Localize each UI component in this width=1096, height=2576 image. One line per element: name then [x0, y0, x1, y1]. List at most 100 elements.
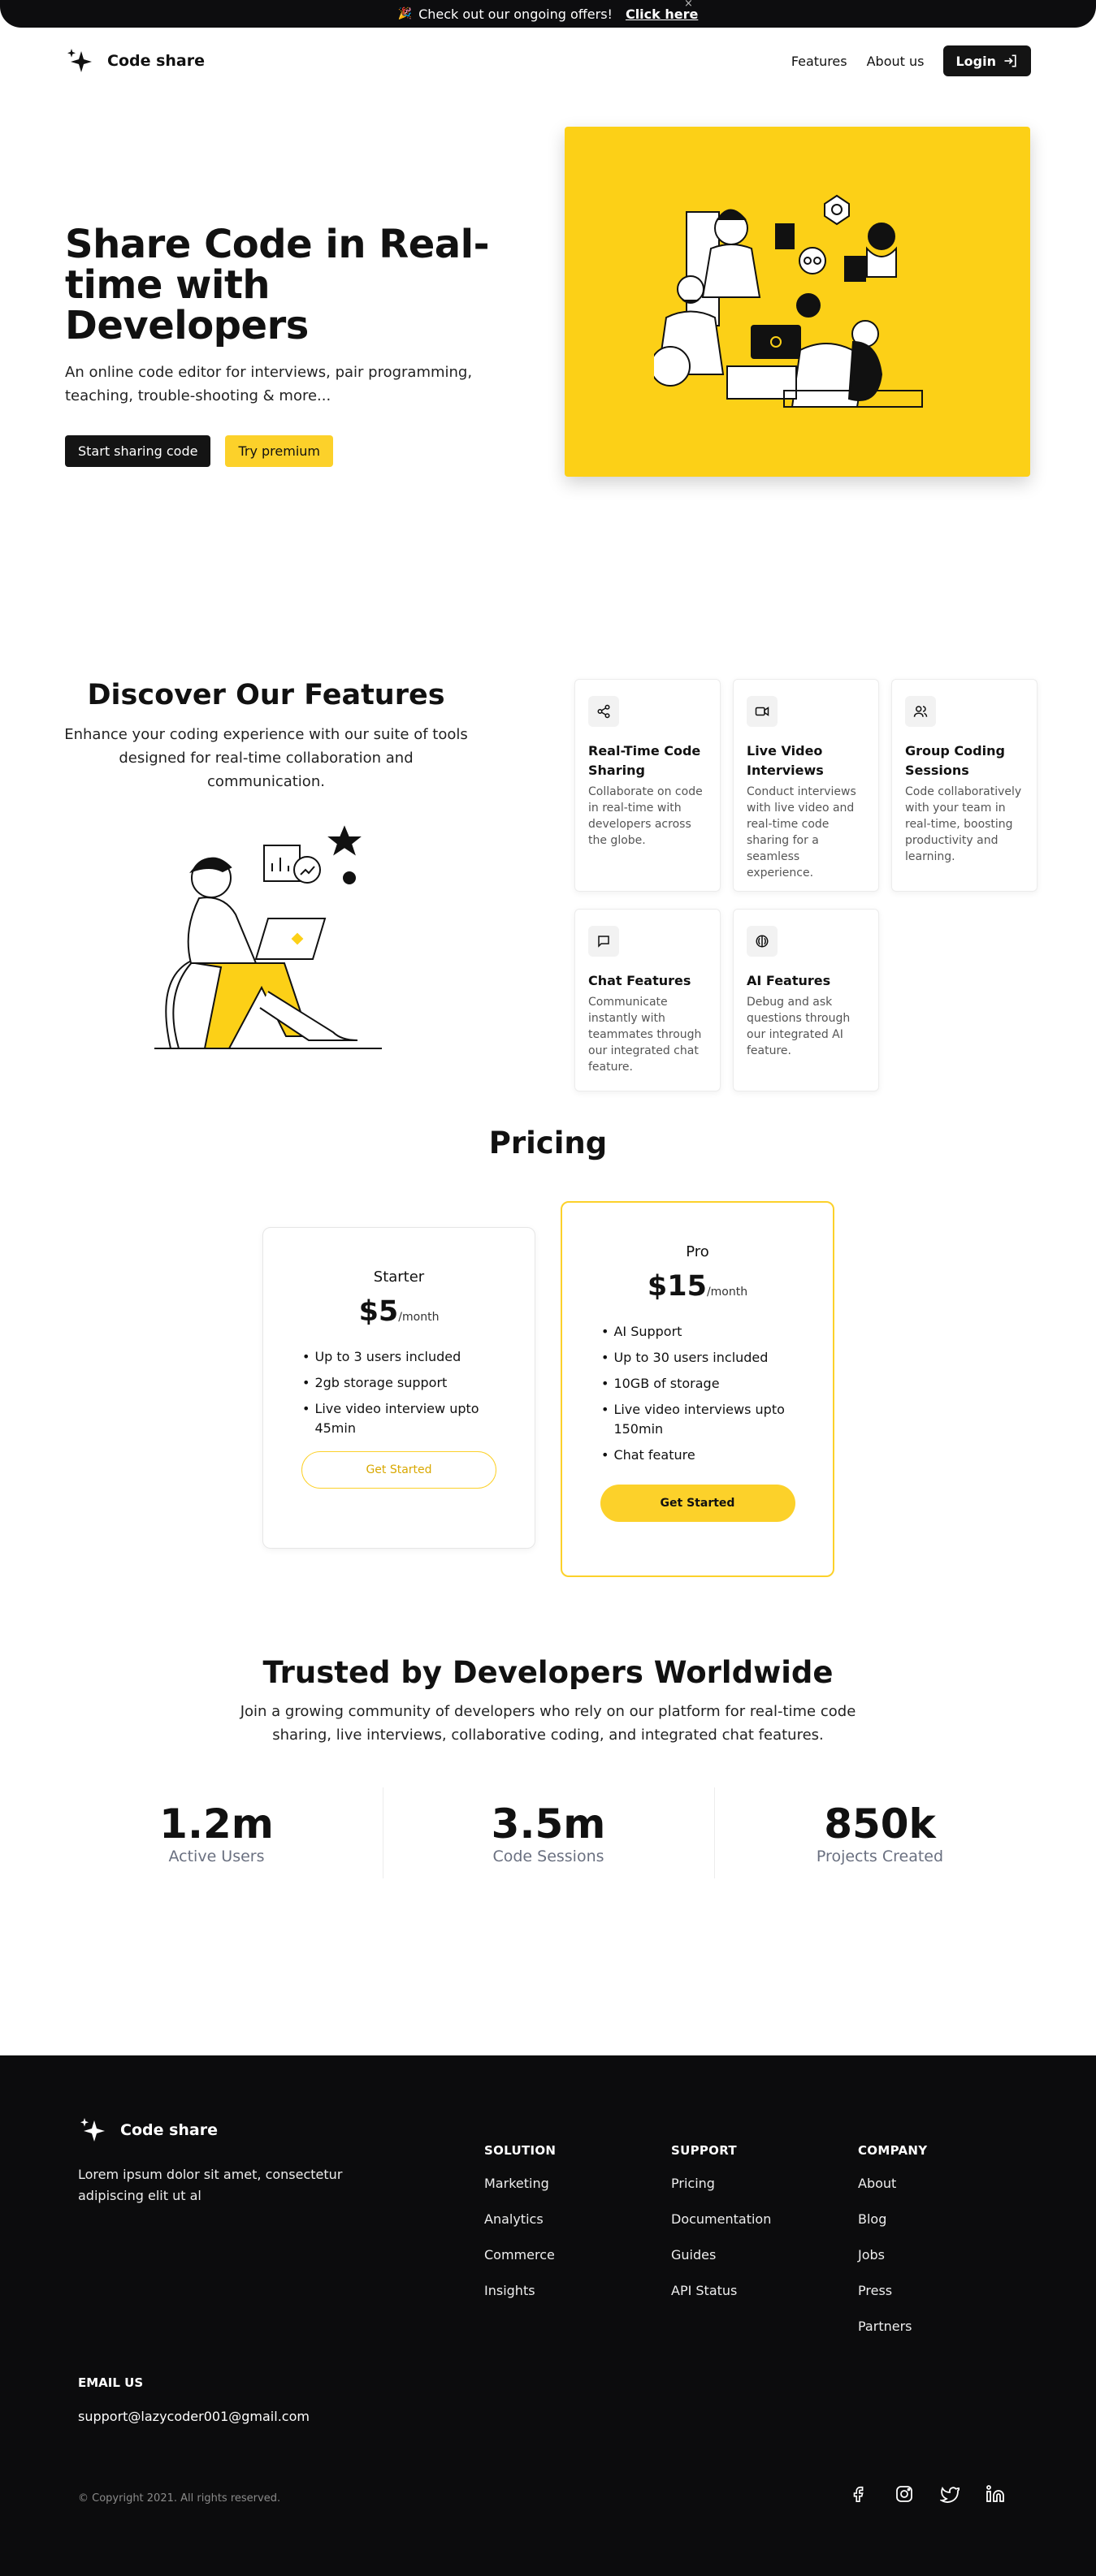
footer-link[interactable]: Pricing	[671, 2176, 771, 2192]
plan-feature: 2gb storage support	[302, 1373, 497, 1393]
feature-title: AI Features	[747, 973, 831, 988]
stat-label: Projects Created	[816, 1848, 944, 1865]
plan-price-value: $5	[358, 1295, 399, 1328]
team-collaboration-illustration	[654, 194, 923, 408]
stat-value: 1.2m	[159, 1800, 274, 1848]
feature-card-code-sharing: Real-Time Code Sharing Collaborate on co…	[574, 679, 721, 892]
hero-title: Share Code in Real-time with Developers	[65, 222, 490, 348]
plan-price: $15/month	[562, 1270, 833, 1303]
ai-brain-icon	[747, 926, 778, 957]
footer-column-title: SOLUTION	[484, 2143, 557, 2158]
footer-link[interactable]: Jobs	[858, 2247, 927, 2263]
starter-get-started-button[interactable]: Get Started	[301, 1451, 496, 1489]
feature-desc: Debug and ask questions through our inte…	[747, 996, 851, 1057]
feature-desc: Conduct interviews with live video and r…	[747, 785, 856, 880]
footer-link[interactable]: Blog	[858, 2211, 927, 2228]
plan-features: Up to 3 users included 2gb storage suppo…	[302, 1347, 497, 1438]
footer-link[interactable]: Insights	[484, 2283, 556, 2299]
sparkle-logo-icon	[67, 49, 92, 72]
plan-period: /month	[398, 1311, 440, 1324]
trusted-section: Trusted by Developers Worldwide Join a g…	[0, 1645, 1096, 2055]
plan-feature: 10GB of storage	[601, 1374, 796, 1394]
brand-name: Code share	[107, 52, 206, 70]
announcement-bar: 🎉 Check out our ongoing offers! Click he…	[0, 0, 1096, 28]
plan-feature: Up to 3 users included	[302, 1347, 497, 1367]
facebook-icon[interactable]	[848, 2483, 869, 2505]
pricing-title: Pricing	[488, 1126, 608, 1160]
login-label: Login	[955, 53, 996, 69]
feature-card-chat: Chat Features Communicate instantly with…	[574, 909, 721, 1091]
plan-feature-text: Up to 30 users included	[613, 1350, 769, 1365]
plan-feature: Chat feature	[601, 1446, 796, 1465]
try-premium-button[interactable]: Try premium	[225, 435, 333, 467]
hero-illustration-card	[565, 127, 1030, 477]
pro-get-started-button[interactable]: Get Started	[600, 1485, 795, 1522]
stat-code-sessions: 3.5m Code Sessions	[382, 1787, 714, 1878]
stats-row: 1.2m Active Users 3.5m Code Sessions 850…	[0, 1787, 1096, 1878]
footer-link[interactable]: Guides	[671, 2247, 771, 2263]
footer-link[interactable]: Documentation	[671, 2211, 771, 2228]
plan-feature-text: AI Support	[613, 1324, 682, 1339]
stat-value: 3.5m	[491, 1800, 606, 1848]
plan-feature-text: 2gb storage support	[314, 1375, 448, 1390]
plan-feature: Up to 30 users included	[601, 1348, 796, 1368]
brand-logo[interactable]: Code share	[65, 46, 205, 76]
nav-link-features[interactable]: Features	[791, 54, 847, 69]
stat-label: Code Sessions	[492, 1848, 604, 1865]
twitter-icon[interactable]	[939, 2483, 960, 2505]
plan-feature: AI Support	[601, 1322, 796, 1342]
features-subtitle: Enhance your coding experience with our …	[64, 726, 468, 790]
footer-link[interactable]: Press	[858, 2283, 927, 2299]
feature-desc: Collaborate on code in real-time with de…	[588, 785, 703, 847]
plan-period: /month	[706, 1286, 748, 1299]
stat-active-users: 1.2m Active Users	[51, 1787, 383, 1878]
login-button[interactable]: Login	[943, 45, 1031, 76]
trusted-title: Trusted by Developers Worldwide	[262, 1655, 834, 1690]
footer-link[interactable]: Commerce	[484, 2247, 556, 2263]
feature-desc: Communicate instantly with teammates thr…	[588, 996, 702, 1074]
footer-link[interactable]: About	[858, 2176, 927, 2192]
feature-desc: Code collaboratively with your team in r…	[905, 785, 1022, 863]
plan-feature: Live video interview upto 45min	[302, 1399, 497, 1438]
start-sharing-button[interactable]: Start sharing code	[65, 435, 211, 467]
chat-icon	[588, 926, 619, 957]
party-popper-icon: 🎉	[397, 7, 413, 20]
footer-description: Lorem ipsum dolor sit amet, consectetur …	[78, 2167, 343, 2203]
footer-link[interactable]: Marketing	[484, 2176, 556, 2192]
hero-subtitle: An online code editor for interviews, pa…	[65, 364, 473, 404]
plan-name: Pro	[686, 1243, 709, 1260]
stat-value: 850k	[824, 1800, 936, 1848]
social-links	[848, 2483, 1006, 2505]
feature-card-group-coding: Group Coding Sessions Code collaborative…	[891, 679, 1038, 892]
footer: Code share Lorem ipsum dolor sit amet, c…	[0, 2055, 1096, 2576]
feature-card-ai: AI Features Debug and ask questions thro…	[733, 909, 879, 1091]
close-icon[interactable]: ×	[684, 0, 693, 10]
plan-feature-text: Live video interview upto 45min	[314, 1401, 479, 1436]
plan-feature-text: Live video interviews upto 150min	[613, 1402, 785, 1437]
nav-link-about[interactable]: About us	[867, 54, 925, 69]
developer-laptop-illustration	[154, 825, 382, 1049]
footer-column-solution: SOLUTION Marketing Analytics Commerce In…	[484, 2143, 556, 2299]
footer-link[interactable]: Analytics	[484, 2211, 556, 2228]
share-icon	[588, 696, 619, 727]
login-arrow-icon	[1004, 54, 1016, 67]
plan-feature-text: Up to 3 users included	[314, 1349, 461, 1364]
top-nav: Code share Features About us Login	[0, 28, 1096, 94]
video-icon	[747, 696, 778, 727]
plan-card-pro: Pro $15/month AI Support Up to 30 users …	[561, 1201, 834, 1577]
plan-card-starter: Starter $5/month Up to 3 users included …	[262, 1227, 535, 1549]
email-link[interactable]: support@lazycoder001@gmail.com	[78, 2409, 310, 2424]
features-section: Discover Our Features Enhance your codin…	[0, 679, 1096, 1126]
footer-link[interactable]: Partners	[858, 2319, 927, 2335]
hero-section: Share Code in Real-time with Developers …	[0, 94, 1096, 516]
footer-link[interactable]: API Status	[671, 2283, 771, 2299]
linkedin-icon[interactable]	[985, 2483, 1006, 2505]
footer-column-title: SUPPORT	[671, 2143, 737, 2158]
plan-feature-text: 10GB of storage	[613, 1376, 720, 1391]
nav-links: Features About us Login	[791, 45, 1031, 76]
instagram-icon[interactable]	[894, 2483, 915, 2505]
footer-brand[interactable]: Code share	[78, 2116, 218, 2145]
stat-projects-created: 850k Projects Created	[713, 1787, 1046, 1878]
trusted-subtitle: Join a growing community of developers w…	[240, 1703, 856, 1744]
pricing-section: Pricing Starter $5/month Up to 3 users i…	[0, 1126, 1096, 1645]
